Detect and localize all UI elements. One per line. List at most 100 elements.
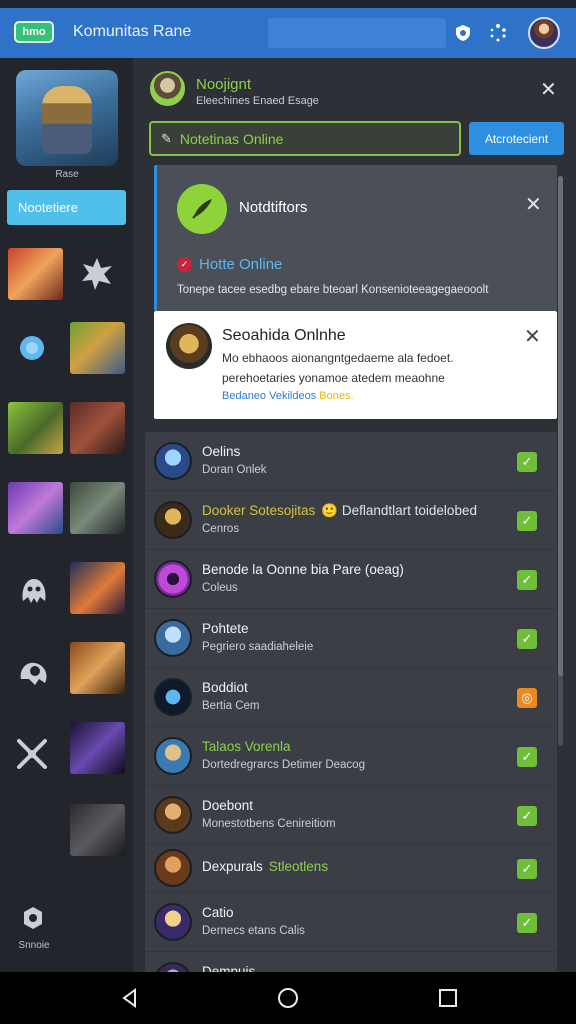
feather-icon [177,184,227,234]
member-avatar [154,501,192,539]
game-thumb-7[interactable] [70,562,125,614]
group-avatar [150,71,185,106]
creature-icon[interactable] [75,252,119,296]
home-icon[interactable] [276,986,300,1010]
member-status: Coleus [202,582,238,594]
member-avatar [154,678,192,716]
hero-image[interactable] [16,70,118,166]
member-status: Pegriero saadiaheleie [202,641,314,653]
online-toast[interactable]: Seoahida Onlnhe ✕ Mo ebhaoos aionangntge… [154,311,557,419]
back-icon[interactable] [118,986,142,1010]
list-item[interactable]: Dempuis ✓ [145,952,557,972]
status-check-icon: ✓ [177,257,192,272]
member-status: Cenros [202,523,240,535]
member-name: Benode la Oonne bia Pare (oeag) [202,562,404,577]
game-thumb-1[interactable] [8,248,63,300]
list-item[interactable]: Doebont Monestotbens Cenireitiom ✓ [145,786,557,845]
notification-status-label: Hotte Online [199,256,283,273]
beast-icon[interactable] [12,650,56,694]
list-item[interactable]: Pohtete Pegriero saadiaheleie ✓ [145,609,557,668]
member-name: Pohtete [202,621,249,636]
crossed-swords-icon[interactable] [10,732,54,776]
member-avatar [154,737,192,775]
member-avatar [154,619,192,657]
action-button[interactable]: Atcrotecient [469,122,564,155]
notification-body: Tonepe tacee esedbg ebare bteoarl Konsen… [177,284,489,296]
group-name: Noojignt [196,76,252,93]
search-field[interactable] [268,18,446,48]
member-avatar [154,849,192,887]
shield-icon[interactable] [452,22,474,44]
list-item[interactable]: Boddiot Bertia Cem ◎ [145,668,557,727]
notification-status: ✓ Hotte Online [177,256,282,273]
checkbox-checked[interactable]: ✓ [517,913,537,933]
sidebar: Rase Nootetiere Snnoie [0,58,133,972]
checkbox-checked[interactable]: ✓ [517,629,537,649]
list-item[interactable]: Dooker Sotesojitas 🙂 Deflandtlart toidelo… [145,491,557,550]
member-name: Oelins [202,444,241,459]
game-thumb-3[interactable] [8,402,63,454]
checkbox-checked[interactable]: ✓ [517,859,537,879]
game-thumb-6[interactable] [70,482,125,534]
close-toast-icon[interactable]: ✕ [524,327,541,347]
game-thumb-4[interactable] [70,402,125,454]
member-status: Monestotbens Cenireitiom [202,818,336,830]
member-avatar [154,560,192,598]
game-thumb-9[interactable] [70,722,125,774]
list-item[interactable]: Oelins Doran Onlek ✓ [145,432,557,491]
list-item[interactable]: Dexpurals Stleotlens ✓ [145,845,557,893]
app-logo: hmo [14,21,54,43]
scrollbar[interactable] [558,176,563,746]
notification-title: Notdtiftors [239,199,308,216]
checkbox-checked[interactable]: ✓ [517,806,537,826]
game-thumb-5[interactable] [8,482,63,534]
member-name: Dexpurals Stleotlens [202,859,329,874]
list-item[interactable]: Talaos Vorenla Dortedregrarcs Detimer De… [145,727,557,786]
filter-field[interactable]: ✎ Notetinas Online [149,121,461,156]
notifications-button[interactable]: Nootetiere [7,190,126,225]
monster-icon[interactable] [12,568,56,612]
app-title: Komunitas Rane [73,23,192,40]
checkbox-checked[interactable]: ✓ [517,570,537,590]
toast-link[interactable]: Bedaneo Vekildeos Bones. [222,390,354,402]
notification-card: Notdtiftors ✕ ✓ Hotte Online Tonepe tace… [154,165,557,311]
member-status: Dernecs etans Calis [202,925,305,937]
settings-icon[interactable] [19,904,47,932]
system-nav-bar [0,972,576,1024]
checkbox-pending[interactable]: ◎ [517,688,537,708]
toast-title: Seoahida Onlnhe [222,327,346,344]
settings-label: Snnoie [18,940,50,951]
filter-value: Notetinas Online [179,130,284,147]
top-app-bar: hmo Komunitas Rane [0,8,576,58]
status-bar [0,0,576,8]
member-name: Talaos Vorenla [202,739,291,754]
member-avatar [154,442,192,480]
scrollbar-thumb[interactable] [558,176,563,676]
member-avatar [154,796,192,834]
loading-dots-icon[interactable] [487,22,509,44]
close-icon[interactable]: ✕ [540,80,557,100]
list-item[interactable]: Benode la Oonne bia Pare (oeag) Coleus ✓ [145,550,557,609]
member-status: Dortedregrarcs Detimer Deacog [202,759,365,771]
toast-line-2: perehoetaries yonamoe atedem meaohne [222,371,445,385]
checkbox-checked[interactable]: ✓ [517,452,537,472]
toast-line-1: Mo ebhaoos aionangntgedaeme ala fedoet. [222,351,454,365]
member-name: Doebont [202,798,254,813]
gem-icon[interactable] [10,326,54,370]
member-name: Catio [202,905,234,920]
game-thumb-10[interactable] [70,804,125,856]
member-status: Doran Onlek [202,464,267,476]
member-name: Dempuis [202,964,256,972]
profile-avatar[interactable] [528,17,560,49]
close-notification-icon[interactable]: ✕ [525,195,542,215]
hero-caption: Rase [55,169,79,180]
toast-link-text: Bedaneo Vekildeos [222,390,317,402]
game-thumb-2[interactable] [70,322,125,374]
member-name: Dooker Sotesojitas 🙂 Deflandtlart toidelo… [202,503,477,518]
checkbox-checked[interactable]: ✓ [517,747,537,767]
checkbox-checked[interactable]: ✓ [517,511,537,531]
list-item[interactable]: Catio Dernecs etans Calis ✓ [145,893,557,952]
pencil-icon: ✎ [161,130,172,146]
game-thumb-8[interactable] [70,642,125,694]
recents-icon[interactable] [436,986,460,1010]
